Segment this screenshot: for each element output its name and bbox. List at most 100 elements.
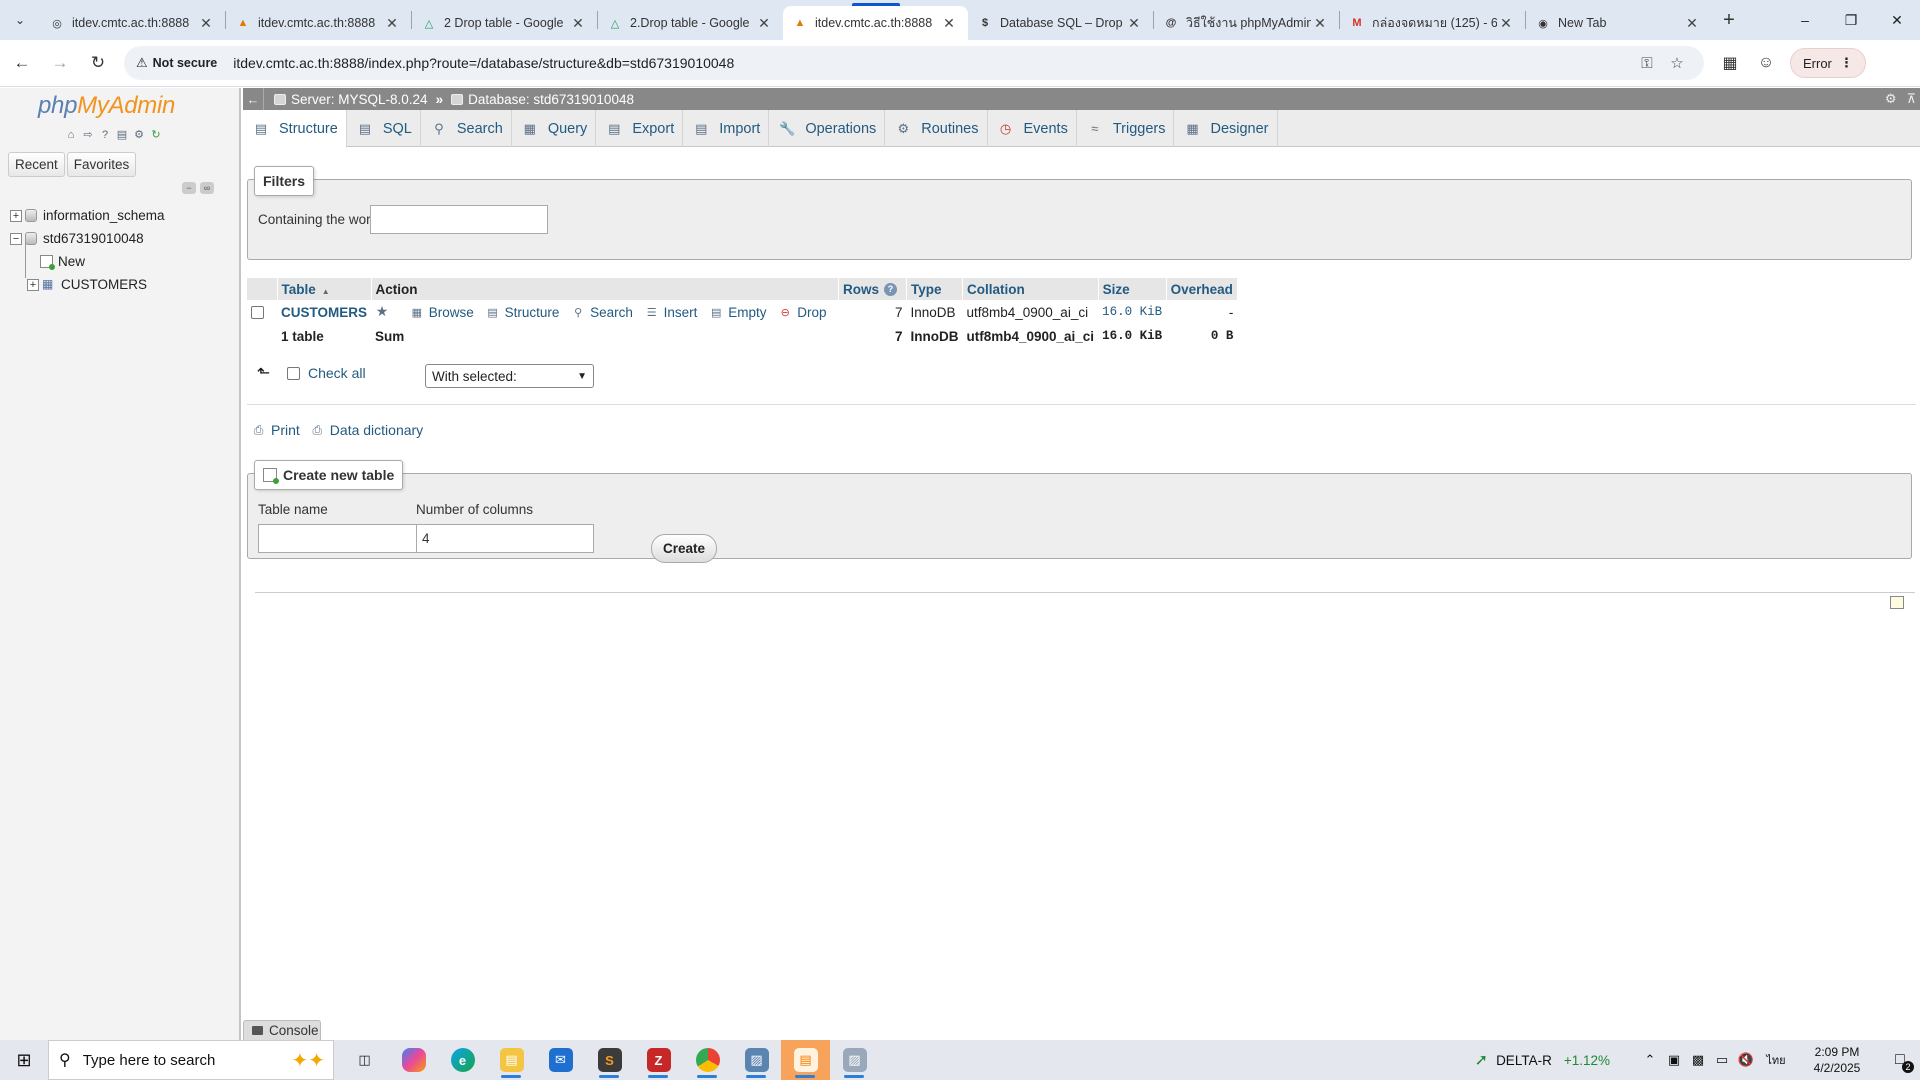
close-icon[interactable]: ✕ <box>383 15 401 32</box>
app-window-button[interactable]: ▨ <box>830 1040 879 1080</box>
help-icon[interactable]: ? <box>884 283 897 297</box>
collapse-minus-icon[interactable]: − <box>10 232 22 245</box>
chrome-button[interactable] <box>683 1040 732 1080</box>
back-arrow-icon[interactable]: ← <box>6 47 38 79</box>
browser-tab-7[interactable]: @ วิธีใช้งาน phpMyAdmin ✕ <box>1154 6 1339 40</box>
table-name-input[interactable] <box>258 524 436 553</box>
browser-tab-8[interactable]: M กล่องจดหมาย (125) - 6 ✕ <box>1340 6 1525 40</box>
favorites-tab[interactable]: Favorites <box>66 152 137 177</box>
close-icon[interactable]: ✕ <box>755 15 773 32</box>
browser-tab-9[interactable]: ◉ New Tab ✕ <box>1526 6 1711 40</box>
tab-search[interactable]: ⚲ Search <box>421 110 512 147</box>
size-cell[interactable]: 16.0 KiB <box>1098 300 1166 324</box>
notes-icon[interactable] <box>1890 596 1904 609</box>
volume-mute-icon[interactable]: 🔇 <box>1734 1052 1758 1068</box>
console-toggle[interactable]: Console <box>243 1020 321 1040</box>
task-view-button[interactable]: ◫ <box>340 1040 389 1080</box>
reload-icon[interactable]: ↻ <box>82 47 114 79</box>
tab-designer[interactable]: ▦ Designer <box>1174 110 1278 147</box>
table-name-link[interactable]: CUSTOMERS <box>281 305 367 320</box>
insert-action[interactable]: ☰ Insert <box>645 305 698 320</box>
phpmyadmin-logo[interactable]: phpMyAdmin <box>38 92 175 120</box>
tab-export[interactable]: ▤ Export <box>596 110 684 147</box>
copilot-button[interactable] <box>389 1040 438 1080</box>
tab-operations[interactable]: 🔧 Operations <box>769 110 886 147</box>
print-link[interactable]: ⎙ Print <box>251 422 300 438</box>
restore-icon[interactable]: ❐ <box>1828 0 1874 40</box>
browser-tab-6[interactable]: $ Database SQL – Drop ✕ <box>968 6 1153 40</box>
close-icon[interactable]: ✕ <box>569 15 587 32</box>
tree-item-information-schema[interactable]: + information_schema <box>10 204 235 227</box>
number-of-columns-input[interactable] <box>416 524 594 553</box>
close-icon[interactable]: ✕ <box>940 15 958 32</box>
settings-gear-icon[interactable]: ⚙ <box>132 128 146 142</box>
breadcrumb-server[interactable]: Server: MYSQL-8.0.24 <box>274 92 428 107</box>
data-dictionary-link[interactable]: ⎙ Data dictionary <box>310 422 423 438</box>
tab-import[interactable]: ▤ Import <box>683 110 770 147</box>
error-button[interactable]: Error ⋮ <box>1790 48 1866 78</box>
header-table[interactable]: Table ▲ <box>277 278 372 300</box>
tab-triggers[interactable]: ≈ Triggers <box>1077 110 1175 147</box>
windows-start-icon[interactable]: ⊞ <box>0 1040 48 1080</box>
check-all-checkbox[interactable] <box>287 366 300 380</box>
edge-button[interactable]: e <box>438 1040 487 1080</box>
home-icon[interactable]: ⌂ <box>64 128 78 142</box>
close-icon[interactable]: ✕ <box>197 15 215 32</box>
sublime-button[interactable]: S <box>585 1040 634 1080</box>
minimize-icon[interactable]: – <box>1782 0 1828 40</box>
tab-structure[interactable]: ▤ Structure <box>243 110 347 148</box>
row-checkbox[interactable] <box>251 306 264 320</box>
tree-item-customers[interactable]: + ▦ CUSTOMERS <box>10 273 235 296</box>
new-tab-button[interactable]: + <box>1711 0 1747 40</box>
header-type[interactable]: Type <box>906 278 963 300</box>
notes-app-button[interactable]: ▤ <box>781 1040 830 1080</box>
forward-arrow-icon[interactable]: → <box>44 47 76 79</box>
profile-icon[interactable]: ☺ <box>1748 54 1784 72</box>
check-all-label[interactable]: Check all <box>308 365 366 381</box>
header-size[interactable]: Size <box>1098 278 1167 300</box>
browser-tab-1[interactable]: ◎ itdev.cmtc.ac.th:8888 ✕ <box>40 6 225 40</box>
browser-tab-5-active[interactable]: ▲ itdev.cmtc.ac.th:8888 ✕ <box>783 3 968 40</box>
extensions-puzzle-icon[interactable]: ▦ <box>1712 53 1748 73</box>
security-indicator[interactable]: ⚠ Not secure <box>136 55 217 71</box>
search-action[interactable]: ⚲ Search <box>571 305 633 320</box>
with-selected-dropdown[interactable]: With selected: ▼ <box>425 364 594 388</box>
tab-events[interactable]: ◷ Events <box>988 110 1077 147</box>
browser-tab-3[interactable]: △ 2 Drop table - Google ✕ <box>412 6 597 40</box>
taskbar-search-box[interactable]: ⚲ Type here to search ✦✦ <box>48 1040 334 1080</box>
input-language[interactable]: ไทย <box>1758 1051 1794 1069</box>
favorite-star[interactable]: ★ <box>375 303 394 319</box>
header-overhead[interactable]: Overhead <box>1166 278 1238 300</box>
password-key-icon[interactable]: ⚿ <box>1632 55 1662 72</box>
collapse-header-icon[interactable]: ⊼ <box>1906 91 1916 107</box>
header-collation[interactable]: Collation <box>962 278 1099 300</box>
tab-routines[interactable]: ⚙ Routines <box>885 110 988 147</box>
omnibox[interactable]: ⚠ Not secure itdev.cmtc.ac.th:8888/index… <box>124 46 1704 80</box>
close-icon[interactable]: ✕ <box>1497 15 1515 32</box>
close-icon[interactable]: ✕ <box>1683 15 1701 32</box>
filter-input[interactable] <box>370 205 548 234</box>
structure-action[interactable]: ▤ Structure <box>486 305 559 320</box>
create-button[interactable]: Create <box>651 534 717 563</box>
clock[interactable]: 2:09 PM 4/2/2025 <box>1794 1044 1880 1076</box>
tree-item-std67319010048[interactable]: − std67319010048 <box>10 227 235 250</box>
tab-sql[interactable]: ▤ SQL <box>347 110 421 147</box>
mail-button[interactable]: ✉ <box>536 1040 585 1080</box>
close-icon[interactable]: ✕ <box>1311 15 1329 32</box>
browse-action[interactable]: ▦ Browse <box>410 305 474 320</box>
tree-item-new[interactable]: New <box>10 250 235 273</box>
tab-search-button[interactable]: ⌄ <box>0 0 40 40</box>
tab-query[interactable]: ▦ Query <box>512 110 597 147</box>
network-icon[interactable]: ▭ <box>1710 1052 1734 1068</box>
window-close-icon[interactable]: ✕ <box>1874 0 1920 40</box>
recent-tab[interactable]: Recent <box>8 152 65 177</box>
docs-icon[interactable]: ▤ <box>115 128 129 142</box>
expand-plus-icon[interactable]: + <box>10 209 22 222</box>
collapse-arrow-icon[interactable]: ← <box>243 92 263 107</box>
page-settings-gear-icon[interactable]: ⚙ <box>1885 91 1897 107</box>
meet-now-icon[interactable]: ▣ <box>1662 1052 1686 1068</box>
header-rows[interactable]: Rows? <box>838 278 907 300</box>
mysql-workbench-button[interactable]: ▨ <box>732 1040 781 1080</box>
browser-tab-2[interactable]: ▲ itdev.cmtc.ac.th:8888 ✕ <box>226 6 411 40</box>
breadcrumb-database[interactable]: Database: std67319010048 <box>451 92 634 107</box>
